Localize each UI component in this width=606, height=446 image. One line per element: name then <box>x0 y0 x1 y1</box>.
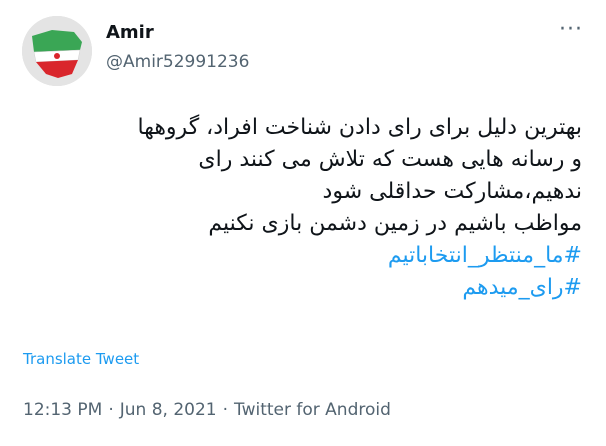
tweet-line: ندهیم،مشارکت حداقلی شود <box>322 179 582 204</box>
meta-separator: · <box>222 400 228 420</box>
tweet-line: و رسانه هایی هست که تلاش می کنند رای <box>198 147 582 172</box>
meta-separator: · <box>108 400 114 420</box>
hashtag-link[interactable]: #ما_منتظر_انتخاباتیم <box>22 240 582 272</box>
tweet-source[interactable]: Twitter for Android <box>234 400 391 420</box>
tweet-line: مواظب باشیم در زمین دشمن بازی نکنیم <box>208 211 582 236</box>
tweet-line: بهترین دلیل برای رای دادن شناخت افراد، گ… <box>137 115 582 140</box>
avatar[interactable] <box>22 16 92 86</box>
author-display-name[interactable]: Amir <box>106 22 154 43</box>
more-options-icon[interactable]: ··· <box>558 19 584 46</box>
tweet-time[interactable]: 12:13 PM <box>23 400 102 420</box>
translate-tweet-link[interactable]: Translate Tweet <box>23 350 139 368</box>
tweet-text: بهترین دلیل برای رای دادن شناخت افراد، گ… <box>22 112 582 304</box>
author-handle[interactable]: @Amir52991236 <box>106 52 249 72</box>
tweet-date[interactable]: Jun 8, 2021 <box>120 400 217 420</box>
iran-flag-map-icon <box>22 16 92 86</box>
tweet-metadata: 12:13 PM · Jun 8, 2021 · Twitter for Android <box>23 400 391 420</box>
hashtag-link[interactable]: #رای_میدهم <box>22 272 582 304</box>
